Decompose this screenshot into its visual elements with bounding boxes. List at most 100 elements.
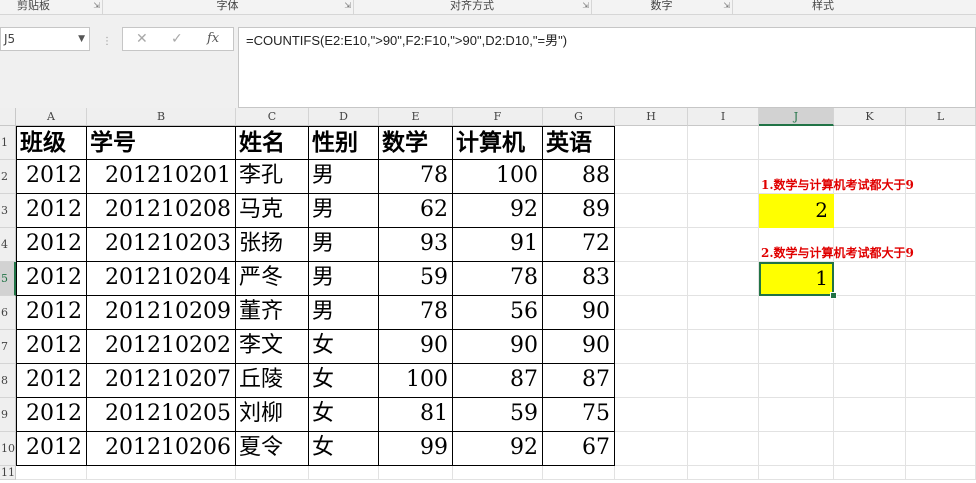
table-cell[interactable]: 男 — [309, 296, 379, 330]
grid-cell[interactable] — [906, 398, 976, 432]
row-header-3[interactable]: 3 — [0, 194, 16, 228]
dialog-launcher-icon[interactable]: ⇲ — [93, 2, 100, 10]
grid-cell[interactable] — [688, 262, 759, 296]
grid-cell[interactable] — [906, 432, 976, 466]
table-cell[interactable]: 夏令 — [236, 432, 309, 466]
column-header-k[interactable]: K — [834, 108, 906, 126]
grid-cell[interactable] — [906, 296, 976, 330]
table-header-cell[interactable]: 英语 — [543, 126, 615, 160]
table-cell[interactable]: 201210208 — [87, 194, 236, 228]
table-cell[interactable]: 67 — [543, 432, 615, 466]
dialog-launcher-icon[interactable]: ⇲ — [344, 2, 351, 10]
grid-cell[interactable] — [87, 466, 236, 480]
grid-cell[interactable] — [906, 262, 976, 296]
formula-input[interactable]: =COUNTIFS(E2:E10,">90",F2:F10,">90",D2:D… — [238, 27, 976, 108]
grid-cell[interactable] — [834, 194, 906, 228]
grid-cell[interactable] — [615, 432, 688, 466]
table-cell[interactable]: 87 — [453, 364, 543, 398]
grid-cell[interactable] — [615, 160, 688, 194]
table-cell[interactable]: 91 — [453, 228, 543, 262]
row-header-9[interactable]: 9 — [0, 398, 16, 432]
table-header-cell[interactable]: 计算机 — [453, 126, 543, 160]
ribbon-group-font[interactable]: 字体 ⇲ — [102, 0, 354, 14]
grid-cell[interactable] — [615, 228, 688, 262]
table-cell[interactable]: 90 — [543, 330, 615, 364]
column-header-h[interactable]: H — [615, 108, 688, 126]
grid-cell[interactable] — [834, 126, 906, 160]
grid-cell[interactable] — [236, 466, 309, 480]
name-box[interactable]: J5 ▼ — [0, 27, 90, 51]
table-cell[interactable]: 2012 — [16, 398, 87, 432]
table-cell[interactable]: 92 — [453, 432, 543, 466]
column-header-f[interactable]: F — [453, 108, 543, 126]
chevron-down-icon[interactable]: ▼ — [78, 28, 85, 50]
table-cell[interactable]: 78 — [379, 160, 453, 194]
table-cell[interactable]: 88 — [543, 160, 615, 194]
grid-cell[interactable] — [906, 126, 976, 160]
grid-cell[interactable] — [688, 194, 759, 228]
table-cell[interactable]: 59 — [453, 398, 543, 432]
table-cell[interactable]: 张扬 — [236, 228, 309, 262]
grid-cell[interactable] — [906, 160, 976, 194]
table-cell[interactable]: 2012 — [16, 194, 87, 228]
dialog-launcher-icon[interactable]: ⇲ — [723, 2, 730, 10]
table-cell[interactable]: 201210209 — [87, 296, 236, 330]
row-header-6[interactable]: 6 — [0, 296, 16, 330]
table-cell[interactable]: 女 — [309, 398, 379, 432]
result-cell-1[interactable]: 2 — [759, 194, 834, 228]
column-header-e[interactable]: E — [379, 108, 453, 126]
table-cell[interactable]: 李孔 — [236, 160, 309, 194]
table-cell[interactable]: 90 — [453, 330, 543, 364]
table-cell[interactable]: 201210205 — [87, 398, 236, 432]
table-cell[interactable]: 56 — [453, 296, 543, 330]
table-cell[interactable]: 100 — [453, 160, 543, 194]
table-cell[interactable]: 男 — [309, 160, 379, 194]
grid-cell[interactable] — [759, 296, 834, 330]
table-cell[interactable]: 90 — [543, 296, 615, 330]
table-cell[interactable]: 75 — [543, 398, 615, 432]
function-icon[interactable]: fx — [207, 28, 219, 50]
grid-cell[interactable] — [688, 126, 759, 160]
row-header-4[interactable]: 4 — [0, 228, 16, 262]
grid-cell[interactable] — [834, 262, 906, 296]
grid-cell[interactable] — [615, 330, 688, 364]
column-header-l[interactable]: L — [906, 108, 976, 126]
ribbon-group-styles[interactable]: 样式 — [732, 0, 976, 14]
formula-bar-grip-icon[interactable]: ⋮ — [102, 37, 112, 47]
grid-cell[interactable] — [379, 466, 453, 480]
select-all-corner[interactable] — [0, 108, 16, 126]
result-cell-2-selected[interactable]: 1 — [759, 262, 834, 296]
grid-cell[interactable] — [688, 228, 759, 262]
grid-cell[interactable] — [906, 194, 976, 228]
table-header-cell[interactable]: 性别 — [309, 126, 379, 160]
table-cell[interactable]: 女 — [309, 364, 379, 398]
table-cell[interactable]: 201210204 — [87, 262, 236, 296]
grid-cell[interactable] — [834, 466, 906, 480]
row-header-10[interactable]: 10 — [0, 432, 16, 466]
table-cell[interactable]: 72 — [543, 228, 615, 262]
row-header-7[interactable]: 7 — [0, 330, 16, 364]
column-header-b[interactable]: B — [87, 108, 236, 126]
table-cell[interactable]: 201210207 — [87, 364, 236, 398]
table-cell[interactable]: 201210206 — [87, 432, 236, 466]
grid-cell[interactable] — [615, 466, 688, 480]
grid-cell[interactable] — [834, 432, 906, 466]
column-header-d[interactable]: D — [309, 108, 379, 126]
grid-cell[interactable] — [834, 296, 906, 330]
grid-cell[interactable] — [906, 364, 976, 398]
column-header-j[interactable]: J — [759, 108, 834, 126]
grid-cell[interactable] — [834, 364, 906, 398]
row-header-11[interactable]: 11 — [0, 466, 16, 480]
table-cell[interactable]: 马克 — [236, 194, 309, 228]
grid-cell[interactable] — [543, 466, 615, 480]
table-cell[interactable]: 78 — [453, 262, 543, 296]
cancel-icon[interactable]: ✕ — [136, 28, 148, 50]
grid-cell[interactable] — [688, 160, 759, 194]
table-cell[interactable]: 89 — [543, 194, 615, 228]
table-cell[interactable]: 90 — [379, 330, 453, 364]
table-cell[interactable]: 59 — [379, 262, 453, 296]
column-header-a[interactable]: A — [16, 108, 87, 126]
table-cell[interactable]: 2012 — [16, 432, 87, 466]
grid-cell[interactable] — [688, 398, 759, 432]
grid-cell[interactable] — [453, 466, 543, 480]
